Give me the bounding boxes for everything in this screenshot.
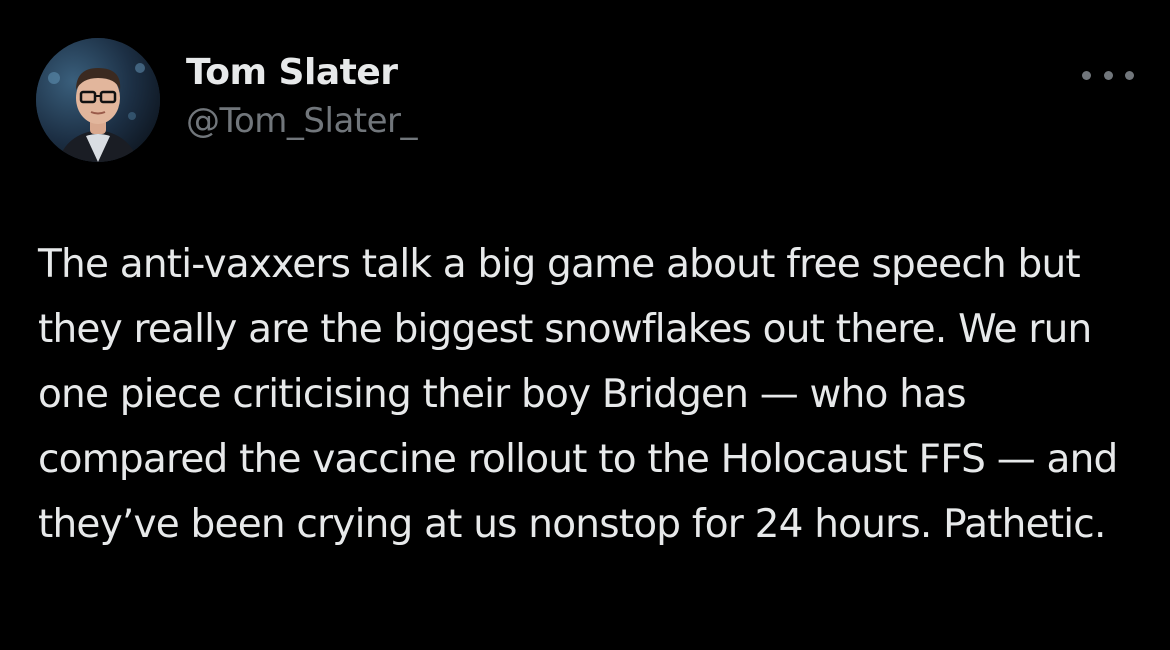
profile-photo-icon[interactable] — [36, 38, 160, 162]
more-dot — [1125, 70, 1134, 80]
author-handle[interactable]: @Tom_Slater_ — [186, 98, 418, 144]
tweet-text: The anti-vaxxers talk a big game about f… — [38, 242, 1118, 547]
tweet-card: Tom Slater @Tom_Slater_ The anti-vaxxers… — [0, 0, 1170, 650]
more-options-icon[interactable] — [1082, 58, 1134, 92]
tweet-author[interactable]: Tom Slater @Tom_Slater_ — [186, 50, 418, 144]
more-dot — [1103, 70, 1113, 80]
more-dot — [1082, 70, 1091, 80]
author-display-name[interactable]: Tom Slater — [186, 50, 417, 96]
